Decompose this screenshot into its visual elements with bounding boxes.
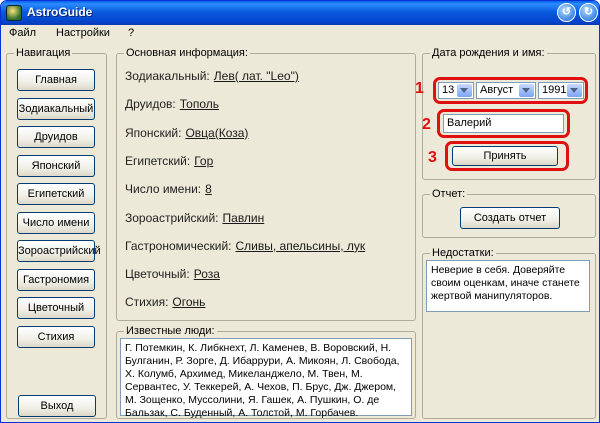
info-value-link[interactable]: Тополь xyxy=(180,97,219,111)
annotation-frame-1 xyxy=(433,77,588,104)
info-value-link[interactable]: Огонь xyxy=(172,295,205,309)
nav-druids-button[interactable]: Друидов xyxy=(17,126,95,148)
title-bar[interactable]: AstroGuide ↺ ↻ xyxy=(1,1,599,25)
info-label: Зодиакальный: xyxy=(125,69,210,83)
info-value-link[interactable]: Лев( лат. "Leo") xyxy=(214,69,299,83)
info-value-link[interactable]: Сливы, апельсины, лук xyxy=(236,239,366,253)
info-row: Стихия: Огонь xyxy=(125,295,205,309)
menu-file[interactable]: Файл xyxy=(9,27,36,39)
info-row: Цветочный: Роза xyxy=(125,267,220,281)
info-label: Стихия: xyxy=(125,295,169,310)
info-row: Гастрономический: Сливы, апельсины, лук xyxy=(125,239,365,253)
main-info-legend: Основная информация: xyxy=(124,47,250,59)
info-value-link[interactable]: Овца(Коза) xyxy=(185,126,248,140)
info-row: Друидов: Тополь xyxy=(125,97,219,111)
info-value-link[interactable]: Гор xyxy=(194,154,213,168)
info-row: Египетский: Гор xyxy=(125,154,213,168)
annotation-frame-2 xyxy=(437,109,570,138)
info-row: Зодиакальный: Лев( лат. "Leo") xyxy=(125,69,299,83)
window-title: AstroGuide xyxy=(27,5,93,19)
menu-settings[interactable]: Настройки xyxy=(56,27,110,39)
info-label: Число имени: xyxy=(125,182,202,197)
info-label: Гастрономический: xyxy=(125,238,232,253)
famous-people-legend: Известные люди: xyxy=(124,325,217,337)
nav-element-button[interactable]: Стихия xyxy=(17,325,95,348)
info-label: Цветочный: xyxy=(125,267,190,282)
annotation-number-3: 3 xyxy=(428,149,437,166)
info-value-link[interactable]: Павлин xyxy=(223,211,265,225)
nav-gastronomy-button[interactable]: Гастрономия xyxy=(17,268,95,291)
nav-floral-button[interactable]: Цветочный xyxy=(17,297,95,319)
menu-help[interactable]: ? xyxy=(128,27,134,39)
flaws-text[interactable]: Неверие в себя. Доверяйте своим оценкам,… xyxy=(426,260,590,312)
minimize-button[interactable]: ↺ xyxy=(557,3,576,22)
info-label: Зороастрийский: xyxy=(125,210,219,225)
birth-legend: Дата рождения и имя: xyxy=(430,47,547,59)
nav-name-number-button[interactable]: Число имени xyxy=(17,211,95,234)
info-row: Число имени: 8 xyxy=(125,182,212,196)
nav-japanese-button[interactable]: Японский xyxy=(17,154,95,177)
exit-button[interactable]: Выход xyxy=(18,395,96,417)
nav-egyptian-button[interactable]: Египетский xyxy=(17,183,95,205)
nav-legend: Навигация xyxy=(14,47,73,59)
report-legend: Отчет: xyxy=(430,188,468,200)
app-logo-icon xyxy=(6,5,22,21)
info-row: Зороастрийский: Павлин xyxy=(125,211,264,225)
info-label: Друидов: xyxy=(125,97,176,112)
annotation-number-1: 1 xyxy=(415,80,424,97)
info-value-link[interactable]: Роза xyxy=(194,267,220,281)
menu-bar: Файл Настройки ? xyxy=(1,25,599,41)
famous-people-text[interactable]: Г. Потемкин, К. Либкнехт, Л. Каменев, В.… xyxy=(120,338,412,419)
annotation-frame-3 xyxy=(445,141,569,171)
flaws-legend: Недостатки: xyxy=(430,247,496,259)
info-row: Японский: Овца(Коза) xyxy=(125,126,248,140)
close-button[interactable]: ↻ xyxy=(579,3,598,22)
nav-main-button[interactable]: Главная xyxy=(17,69,95,91)
nav-zodiac-button[interactable]: Зодиакальный xyxy=(17,97,95,120)
nav-zoroastrian-button[interactable]: Зороастрийский xyxy=(17,240,101,262)
info-label: Египетский: xyxy=(125,153,191,168)
create-report-button[interactable]: Создать отчет xyxy=(460,207,560,229)
annotation-number-2: 2 xyxy=(422,116,431,133)
info-value-link[interactable]: 8 xyxy=(205,182,212,196)
info-label: Японский: xyxy=(125,125,182,140)
app-window: AstroGuide ↺ ↻ Файл Настройки ? Навигаци… xyxy=(0,0,600,423)
